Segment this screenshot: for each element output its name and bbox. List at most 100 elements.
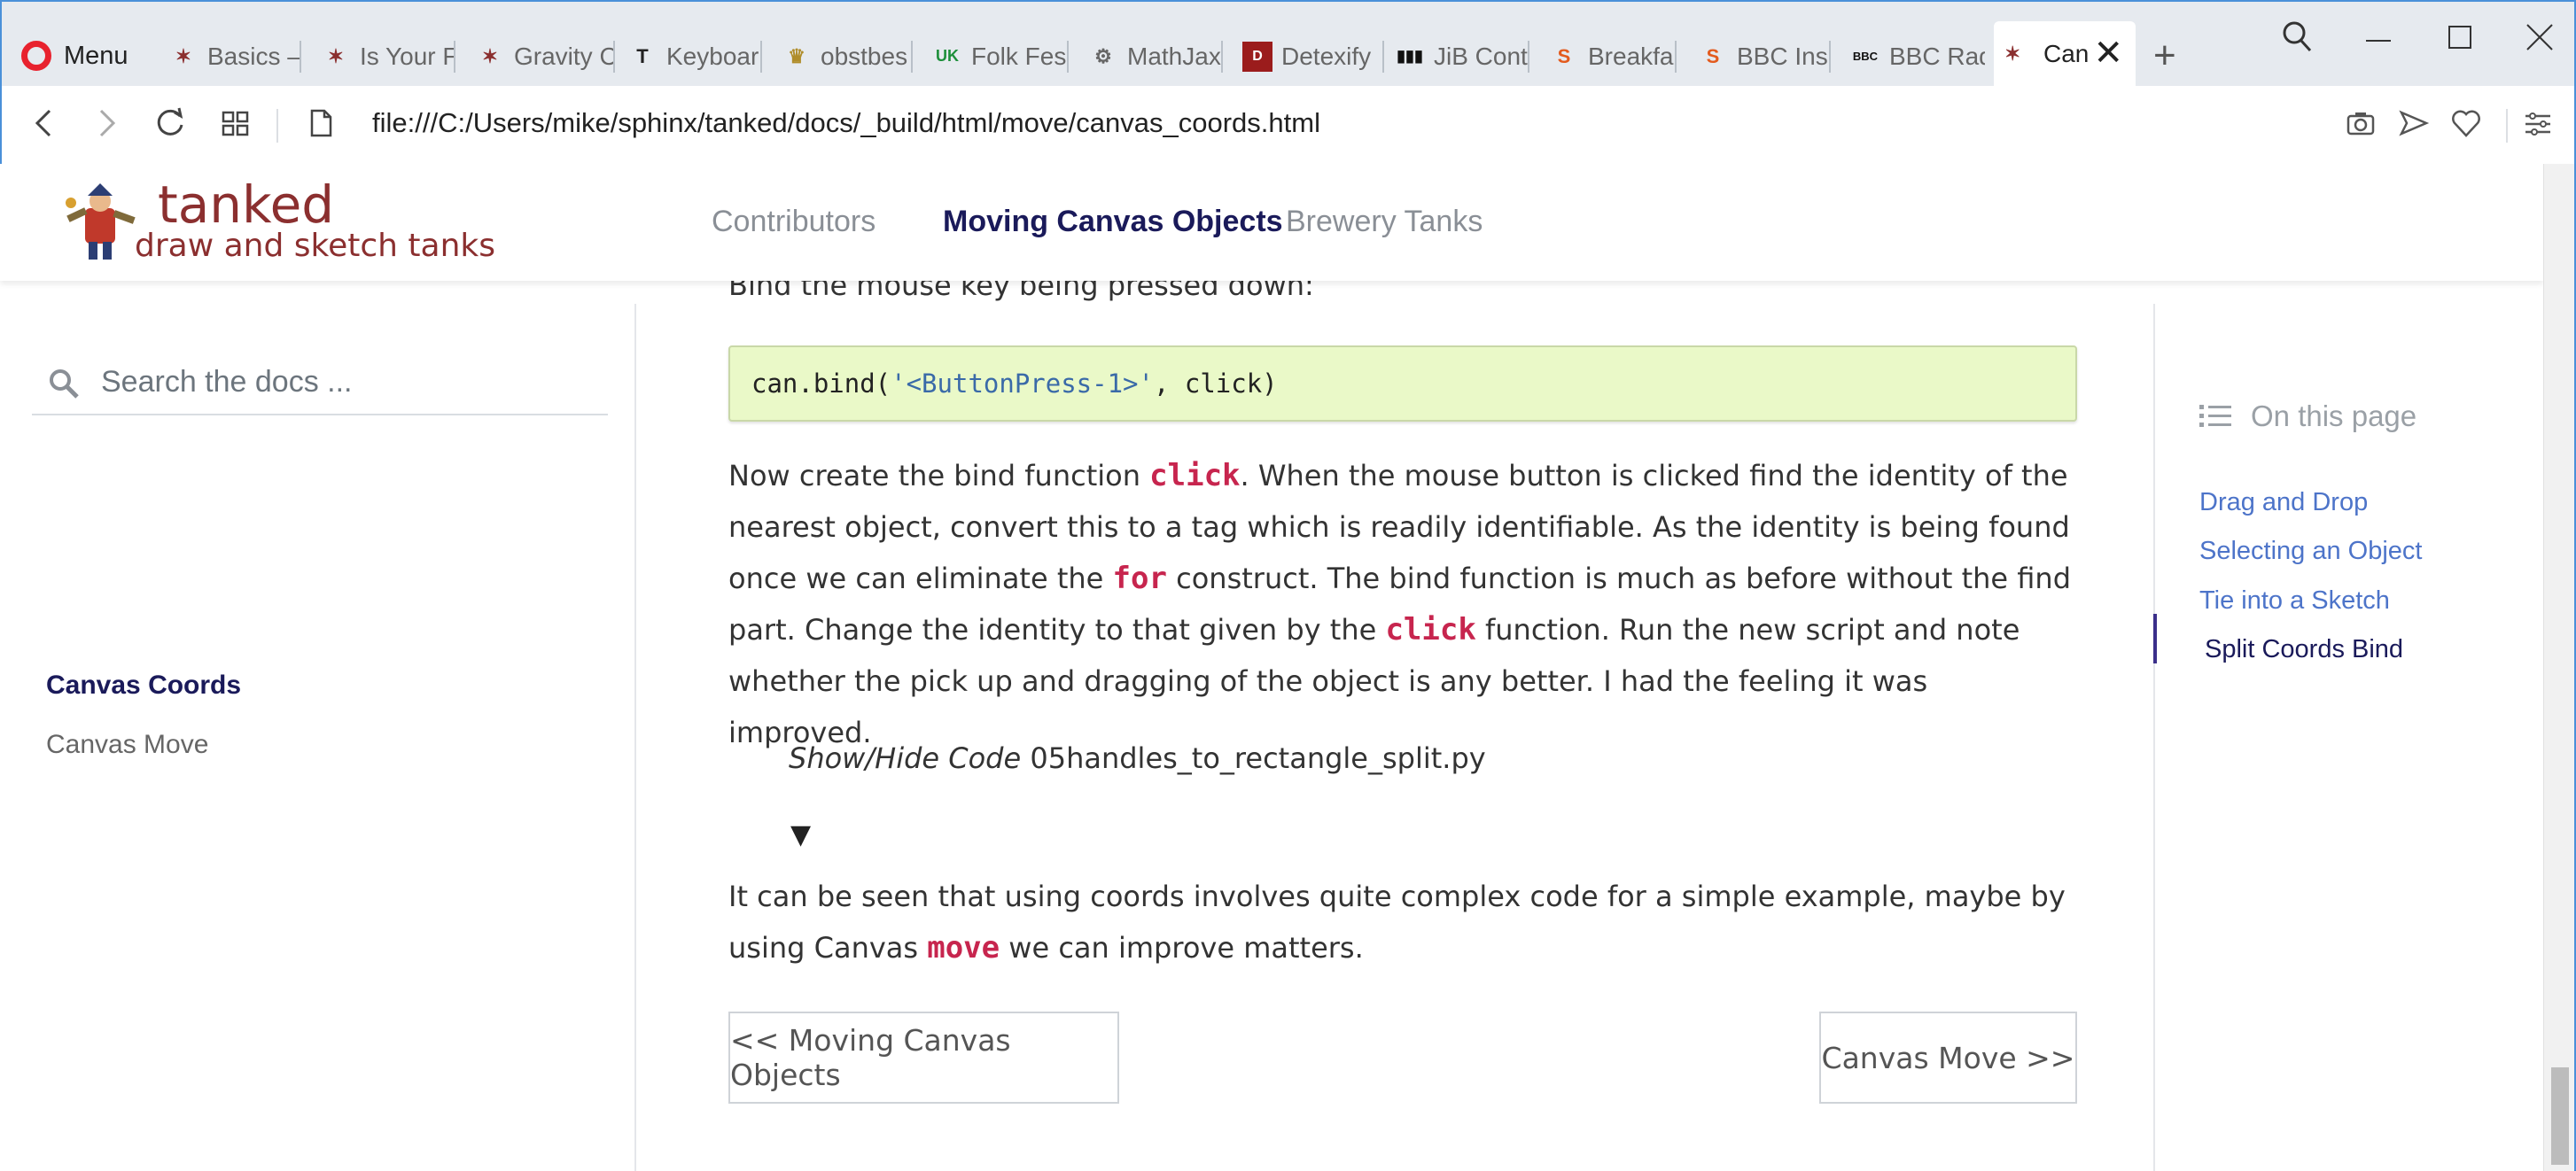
- browser-tab[interactable]: T Keyboar: [627, 27, 762, 86]
- tab-label: Is Your F: [360, 42, 455, 70]
- page-scrollbar[interactable]: [2543, 164, 2576, 1171]
- tanked-favicon-icon: ✶: [175, 44, 192, 67]
- site-subtitle: draw and sketch tanks: [135, 228, 496, 264]
- typora-favicon-icon: T: [636, 44, 649, 67]
- nav-moving-canvas-objects[interactable]: Moving Canvas Objects: [943, 205, 1283, 239]
- close-window-icon[interactable]: [2524, 19, 2556, 64]
- search-tabs-icon[interactable]: [2281, 19, 2313, 64]
- search-box: [32, 353, 608, 415]
- browser-tab[interactable]: ▮▮▮ JiB Cont: [1395, 27, 1529, 86]
- inline-code: for: [1112, 561, 1167, 596]
- toc-active-marker: [2153, 614, 2157, 663]
- tab-label: Detexify: [1281, 42, 1372, 70]
- paragraph: It can be seen that using coords involve…: [728, 871, 2077, 973]
- badge-favicon-icon: ♛: [788, 44, 805, 67]
- browser-tab[interactable]: S Breakfa: [1549, 27, 1677, 86]
- easy-setup-icon[interactable]: [2522, 105, 2554, 149]
- inline-code: click: [1385, 612, 1476, 648]
- paragraph: Now create the bind function click. When…: [728, 450, 2077, 758]
- bookmark-heart-icon[interactable]: [2449, 105, 2483, 149]
- tab-label: BBC Insi: [1737, 42, 1831, 70]
- back-icon[interactable]: [28, 104, 60, 151]
- code-string: '<ButtonPress-1>': [891, 368, 1154, 399]
- nav-contributors[interactable]: Contributors: [712, 205, 876, 239]
- browser-tab[interactable]: D Detexify: [1242, 27, 1384, 86]
- scrollbar-thumb[interactable]: [2551, 1067, 2569, 1165]
- s-favicon-icon: S: [1557, 44, 1571, 67]
- toc-item-split-coords-bind[interactable]: Split Coords Bind: [2205, 635, 2403, 664]
- sidebar-item-canvas-coords[interactable]: Canvas Coords: [46, 671, 241, 701]
- gear-favicon-icon: ⚙: [1094, 44, 1112, 67]
- show-hide-code-toggle[interactable]: Show/Hide Code 05handles_to_rectangle_sp…: [789, 741, 1486, 775]
- address-bar: file:///C:/Users/mike/sphinx/tanked/docs…: [2, 86, 2574, 166]
- browser-tab[interactable]: S BBC Insi: [1698, 27, 1831, 86]
- toc-item-selecting-an-object[interactable]: Selecting an Object: [2199, 537, 2422, 566]
- inline-code: move: [927, 930, 1000, 965]
- tanked-logo-icon[interactable]: [58, 183, 144, 263]
- reload-icon[interactable]: [152, 104, 188, 151]
- expand-triangle-icon[interactable]: ▼: [790, 819, 811, 850]
- site-header: tanked draw and sketch tanks Contributor…: [0, 164, 2543, 281]
- show-hide-label: Show/Hide Code: [789, 741, 1022, 775]
- toc-title-label: On this page: [2251, 399, 2417, 432]
- tanked-favicon-icon: ✶: [327, 44, 345, 67]
- opera-menu-button[interactable]: Menu: [21, 35, 128, 76]
- browser-tab[interactable]: ✶ Gravity C: [475, 27, 615, 86]
- browser-tab-active[interactable]: ✶ Can ✕: [1994, 21, 2136, 86]
- code-block: can.bind('<ButtonPress-1>', click): [728, 345, 2077, 422]
- code-filename: 05handles_to_rectangle_split.py: [1030, 741, 1486, 775]
- next-page-button[interactable]: Canvas Move >>: [1819, 1012, 2077, 1104]
- nav-brewery-tanks[interactable]: Brewery Tanks: [1286, 205, 1483, 239]
- browser-window: Menu ✶ Basics – ✶ Is Your F ✶ Gravity C T Ke…: [0, 0, 2576, 166]
- tanked-favicon-icon: ✶: [481, 44, 499, 67]
- browser-tab[interactable]: BBC BBC Rad: [1850, 27, 1985, 86]
- new-tab-button[interactable]: +: [2153, 34, 2176, 78]
- site-title[interactable]: tanked: [158, 174, 334, 235]
- tab-label: JiB Cont: [1434, 42, 1528, 70]
- browser-tab[interactable]: UK Folk Fes: [932, 27, 1069, 86]
- url-field[interactable]: file:///C:/Users/mike/sphinx/tanked/docs…: [372, 107, 1320, 139]
- opera-logo-icon: [21, 41, 51, 71]
- ukff-favicon-icon: UK: [936, 47, 959, 65]
- menu-label: Menu: [64, 41, 128, 70]
- para-text: Now create the bind function: [728, 459, 1150, 492]
- tab-label: MathJax: [1127, 42, 1221, 70]
- forward-icon[interactable]: [90, 104, 122, 151]
- send-flow-icon[interactable]: [2398, 105, 2430, 149]
- tab-label: Keyboar: [666, 42, 759, 70]
- tab-label: Breakfa: [1588, 42, 1674, 70]
- page-file-icon: [305, 104, 337, 151]
- toc-title: On this page: [2199, 399, 2416, 433]
- detexify-favicon-icon: D: [1242, 41, 1272, 72]
- browser-tab[interactable]: ✶ Basics –: [168, 27, 301, 86]
- browser-tab[interactable]: ✶ Is Your F: [321, 27, 455, 86]
- minimize-window-icon[interactable]: [2362, 19, 2394, 64]
- on-this-page-toc: On this page Drag and Drop Selecting an …: [2153, 304, 2525, 1171]
- browser-tab[interactable]: ♛ obstbes: [782, 27, 913, 86]
- tab-bar: Menu ✶ Basics – ✶ Is Your F ✶ Gravity C T Ke…: [2, 2, 2574, 86]
- maximize-window-icon[interactable]: [2444, 19, 2476, 64]
- code-prefix: can.bind(: [751, 368, 891, 399]
- search-icon: [50, 369, 79, 399]
- close-tab-icon[interactable]: ✕: [2093, 35, 2123, 71]
- bbc-favicon-icon: BBC: [1852, 50, 1879, 63]
- code-suffix: , click): [1153, 368, 1278, 399]
- tab-label: Gravity C: [514, 42, 615, 70]
- left-sidebar: Canvas Coords Canvas Move: [0, 304, 636, 1171]
- toc-item-tie-into-a-sketch[interactable]: Tie into a Sketch: [2199, 586, 2390, 616]
- prev-page-button[interactable]: << Moving Canvas Objects: [728, 1012, 1119, 1104]
- search-input[interactable]: [101, 359, 597, 405]
- tab-label: Basics –: [207, 42, 301, 70]
- main-content: Bind the mouse key being pressed down: c…: [728, 164, 2077, 1171]
- inline-code: click: [1149, 458, 1241, 493]
- snapshot-camera-icon[interactable]: [2345, 105, 2377, 149]
- page-viewport: Bind the mouse key being pressed down: c…: [0, 164, 2543, 1171]
- tanked-favicon-icon: ✶: [2004, 42, 2021, 65]
- tab-label: BBC Rad: [1889, 42, 1985, 70]
- speed-dial-icon[interactable]: [218, 104, 253, 151]
- para-text: we can improve matters.: [1000, 931, 1364, 965]
- browser-tab[interactable]: ⚙ MathJax: [1088, 27, 1223, 86]
- tab-label: obstbes: [821, 42, 908, 70]
- toc-item-drag-and-drop[interactable]: Drag and Drop: [2199, 488, 2368, 517]
- sidebar-item-canvas-move[interactable]: Canvas Move: [46, 730, 208, 760]
